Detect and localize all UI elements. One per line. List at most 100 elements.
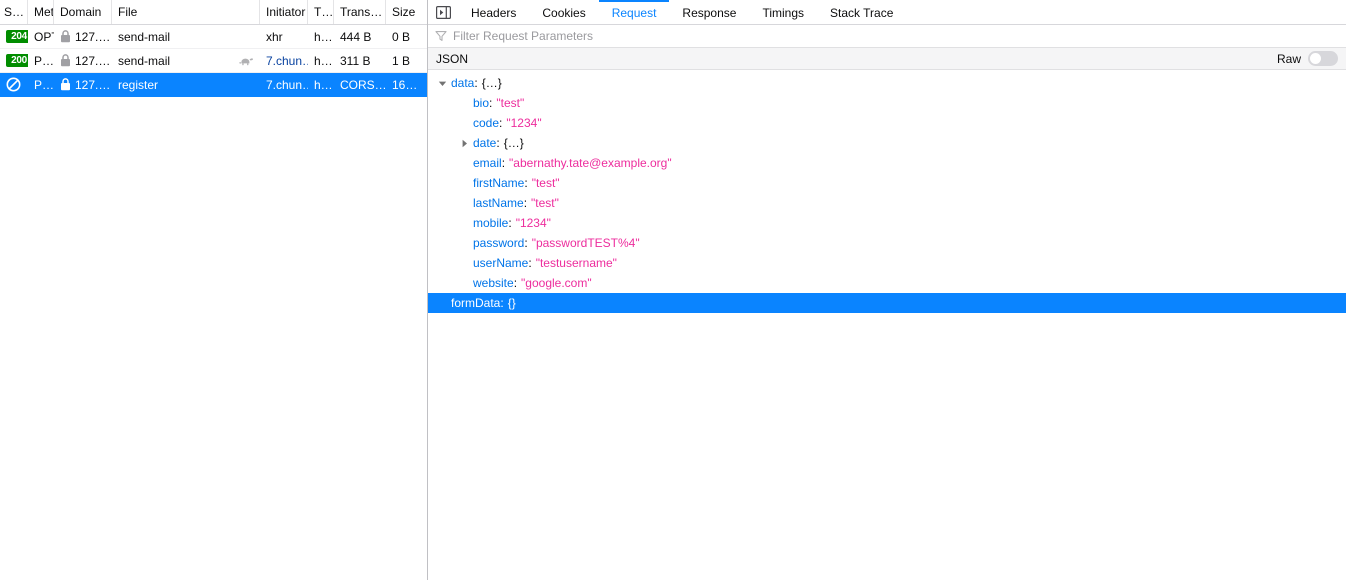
cell-domain: 127.… — [54, 25, 112, 48]
tree-row-firstname[interactable]: firstName : "test" — [428, 173, 1346, 193]
cell-size: 16… — [392, 77, 418, 92]
tree-separator: : — [499, 116, 503, 130]
column-header-status[interactable]: S… — [0, 0, 28, 24]
tree-value: "abernathy.tate@example.org" — [509, 156, 672, 170]
tree-value: "testusername" — [535, 256, 617, 270]
tree-key: firstName — [473, 176, 525, 190]
tree-key: code — [473, 116, 500, 130]
cell-domain: 127.… — [54, 49, 112, 72]
cell-method: P… — [34, 77, 54, 92]
request-rows: 204 OPTI 127.… send-mail xhr h… 444 B 0 … — [0, 25, 427, 580]
tree-key: data — [451, 76, 475, 90]
raw-toggle-switch[interactable] — [1308, 51, 1338, 66]
column-header-domain[interactable]: Domain — [54, 0, 112, 24]
tree-row-lastname[interactable]: lastName : "test" — [428, 193, 1346, 213]
cell-domain-label: 127.… — [75, 77, 111, 92]
tree-row-mobile[interactable]: mobile : "1234" — [428, 213, 1346, 233]
tree-row-data[interactable]: data : {…} — [428, 73, 1346, 93]
filter-request-parameters-input[interactable] — [453, 29, 853, 43]
tree-value: "test" — [531, 196, 559, 210]
cell-file-label: register — [118, 77, 159, 92]
tree-value: "1234" — [506, 116, 542, 130]
tree-key: email — [473, 156, 502, 170]
tab-headers[interactable]: Headers — [458, 0, 529, 24]
lock-icon — [61, 30, 70, 43]
funnel-icon — [435, 31, 447, 41]
column-header-size[interactable]: Size — [386, 0, 422, 24]
cell-type: h… — [314, 53, 333, 68]
toggle-sidebar-icon[interactable] — [428, 0, 458, 24]
tree-separator: : — [508, 216, 512, 230]
tree-row-date[interactable]: date : {…} — [428, 133, 1346, 153]
column-header-initiator[interactable]: Initiator — [260, 0, 308, 24]
filter-bar — [428, 25, 1346, 48]
tree-value: "1234" — [515, 216, 551, 230]
tree-value: {} — [507, 296, 516, 310]
tree-key: bio — [473, 96, 490, 110]
tree-separator: : — [474, 76, 478, 90]
tree-value: {…} — [481, 76, 502, 90]
cell-file-label: send-mail — [118, 29, 171, 44]
tree-separator: : — [528, 256, 532, 270]
cell-domain-label: 127.… — [75, 29, 111, 44]
tree-row-password[interactable]: password : "passwordTEST%4" — [428, 233, 1346, 253]
cell-initiator[interactable]: 7.chun… — [260, 73, 308, 96]
cell-method: P… — [34, 53, 54, 68]
twisty-placeholder-icon — [458, 237, 470, 249]
cell-file: send-mail — [112, 49, 260, 72]
tab-request[interactable]: Request — [598, 0, 670, 24]
chevron-right-icon[interactable] — [458, 137, 470, 149]
twisty-placeholder-icon — [458, 157, 470, 169]
details-tabbar: Headers Cookies Request Response Timings… — [428, 0, 1346, 25]
tab-stack-trace[interactable]: Stack Trace — [817, 0, 906, 24]
column-header-type[interactable]: T… — [308, 0, 334, 24]
tree-row-formdata[interactable]: formData : {} — [428, 293, 1346, 313]
tab-cookies[interactable]: Cookies — [529, 0, 598, 24]
lock-icon — [61, 78, 70, 91]
tree-key: date — [473, 136, 497, 150]
raw-toggle-knob — [1310, 53, 1321, 64]
tree-separator: : — [500, 296, 504, 310]
cell-file: register — [112, 73, 260, 96]
table-row[interactable]: 204 OPTI 127.… send-mail xhr h… 444 B 0 … — [0, 25, 427, 49]
cell-domain: 127.… — [54, 73, 112, 96]
lock-icon — [61, 54, 70, 67]
tree-value: "google.com" — [521, 276, 592, 290]
chevron-down-icon[interactable] — [436, 77, 448, 89]
tree-row-code[interactable]: code : "1234" — [428, 113, 1346, 133]
column-header-method[interactable]: Met — [28, 0, 54, 24]
cell-transferred: CORS… — [340, 77, 386, 92]
tree-value: "test" — [531, 176, 560, 190]
tree-row-bio[interactable]: bio : "test" — [428, 93, 1346, 113]
cell-initiator[interactable]: 7.chun… — [260, 49, 308, 72]
cell-status: 204 — [0, 25, 28, 48]
twisty-placeholder-icon — [458, 257, 470, 269]
cell-transferred: 444 B — [340, 29, 372, 44]
raw-toggle-label: Raw — [1276, 51, 1301, 66]
status-badge: 200 — [6, 54, 28, 67]
column-header-file[interactable]: File — [112, 0, 260, 24]
tree-row-website[interactable]: website : "google.com" — [428, 273, 1346, 293]
tab-response[interactable]: Response — [669, 0, 749, 24]
tab-timings[interactable]: Timings — [749, 0, 817, 24]
cell-size: 0 B — [392, 29, 411, 44]
table-row[interactable]: 200 P… 127.… send-mail 7.chun h… 311 B 1… — [0, 49, 427, 73]
tree-key: lastName — [473, 196, 524, 210]
tree-row-username[interactable]: userName : "testusername" — [428, 253, 1346, 273]
cell-method: OPTI — [34, 29, 54, 44]
raw-toggle[interactable]: Raw — [1277, 51, 1338, 66]
tree-value: "test" — [496, 96, 525, 110]
tree-key: website — [473, 276, 514, 290]
column-header-transferred[interactable]: Trans… — [334, 0, 386, 24]
cell-size: 1 B — [392, 53, 411, 68]
tree-key: password — [473, 236, 525, 250]
json-section-bar: JSON Raw — [428, 48, 1346, 70]
twisty-placeholder-icon — [458, 217, 470, 229]
tree-row-email[interactable]: email : "abernathy.tate@example.org" — [428, 153, 1346, 173]
cell-transferred: 311 B — [340, 53, 371, 68]
cell-file: send-mail — [112, 25, 260, 48]
table-row[interactable]: P… 127.… register 7.chun… h… CORS… 16… — [0, 73, 427, 97]
tree-separator: : — [524, 236, 528, 250]
twisty-placeholder-icon — [458, 197, 470, 209]
devtools-network-panel: S… Met Domain File Initiator T… Trans… S… — [0, 0, 1346, 580]
